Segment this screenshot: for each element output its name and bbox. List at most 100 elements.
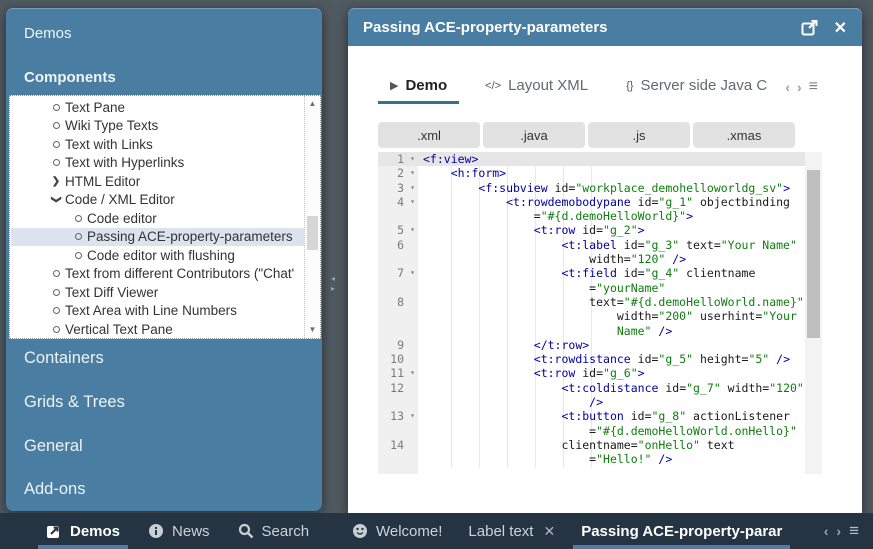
code-line[interactable]: ="#{d.demoHelloWorld}">	[378, 209, 822, 223]
taskbar-item-search[interactable]: Search	[238, 513, 309, 549]
tree-item-code-xml-editor[interactable]: ❯ Code / XML Editor	[11, 191, 304, 210]
splitter-collapse-right-icon[interactable]: ▸	[327, 284, 339, 294]
taskbar-scroll-right-icon[interactable]: ›	[836, 523, 841, 539]
taskbar-menu-icon[interactable]: ≡	[849, 521, 859, 541]
window-splitter[interactable]: ◂ ▸	[327, 274, 339, 294]
file-button-java[interactable]: .java	[483, 122, 585, 148]
code-text: <t:coldistance id="g_7" width="120"	[561, 380, 804, 395]
tree-item-text-from-different-contributors-chat[interactable]: Text from different Contributors ("Chat'	[11, 265, 304, 284]
tree-scrollbar[interactable]: ▲ ▼	[304, 96, 320, 338]
code-scroll-thumb[interactable]	[807, 170, 820, 338]
fold-icon[interactable]: ▾	[410, 366, 415, 380]
code-line[interactable]: width="200" userhint="Your	[378, 309, 822, 323]
line-number	[378, 324, 418, 338]
tab-demo[interactable]: ▶ Demo	[378, 70, 460, 104]
code-line[interactable]: 12 <t:coldistance id="g_7" width="120"	[378, 381, 822, 395]
code-line[interactable]: 14 clientname="onHello" text	[378, 438, 822, 452]
code-line[interactable]: 1 ▾ <f:view>	[378, 152, 822, 167]
code-line[interactable]: width="120" />	[378, 252, 822, 266]
fold-icon[interactable]: ▾	[410, 266, 415, 280]
tree-item-code-editor[interactable]: Code editor	[11, 209, 304, 228]
code-line[interactable]: 5 ▾ <t:row id="g_2">	[378, 223, 822, 237]
sidebar-section-components[interactable]: Components	[24, 69, 116, 86]
bullet-icon	[47, 122, 65, 130]
sidebar-section-general[interactable]: General	[24, 437, 83, 456]
code-line[interactable]: 8 text="#{d.demoHelloWorld.name}"	[378, 295, 822, 309]
tree-item-label: HTML Editor	[65, 173, 141, 189]
splitter-collapse-left-icon[interactable]: ◂	[327, 274, 339, 284]
taskbar-item-news[interactable]: News	[148, 513, 210, 549]
code-line[interactable]: ="#{d.demoHelloWorld.onHello}"	[378, 424, 822, 438]
chevron-right-icon[interactable]: ❯	[47, 176, 65, 187]
tab-server-side-java-c[interactable]: {} Server side Java C	[614, 70, 779, 104]
code-line[interactable]: 3 ▾ <f:subview id="workplace_demohellowor…	[378, 181, 822, 195]
tree-item-vertical-text-pane[interactable]: Vertical Text Pane	[11, 320, 304, 337]
fold-icon[interactable]: ▾	[410, 223, 415, 237]
tree-item-text-with-hyperlinks[interactable]: Text with Hyperlinks	[11, 154, 304, 173]
file-button-js[interactable]: .js	[588, 122, 690, 148]
tree-item-html-editor[interactable]: ❯ HTML Editor	[11, 172, 304, 191]
code-text: <f:subview id="workplace_demohelloworldg…	[478, 180, 790, 195]
search-icon	[238, 523, 254, 539]
tab-layout-xml[interactable]: </> Layout XML	[473, 70, 600, 104]
line-number	[378, 252, 418, 266]
tree-item-label: Passing ACE-property-parameters	[87, 229, 293, 245]
scroll-down-icon[interactable]: ▼	[305, 325, 320, 335]
code-line[interactable]: 4 ▾ <t:rowdemobodypane id="g_1" objectbin…	[378, 195, 822, 209]
chevron-down-icon[interactable]: ❯	[47, 194, 65, 205]
sidebar-section-containers[interactable]: Containers	[24, 349, 104, 368]
fold-icon[interactable]: ▾	[410, 409, 415, 423]
code-line[interactable]: Name" />	[378, 324, 822, 338]
code-text: <t:row id="g_6">	[533, 366, 645, 381]
sidebar-section-grids-trees[interactable]: Grids & Trees	[24, 393, 125, 412]
tree-item-text-pane[interactable]: Text Pane	[11, 98, 304, 117]
file-button-xmas[interactable]: .xmas	[693, 122, 795, 148]
close-icon[interactable]: ✕	[834, 18, 847, 38]
tree-item-code-editor-with-flushing[interactable]: Code editor with flushing	[11, 246, 304, 265]
line-number: 7 ▾	[397, 266, 415, 281]
document-titlebar: Passing ACE-property-parameters ✕	[348, 8, 862, 46]
sidebar-section-demos[interactable]: Demos	[24, 25, 72, 42]
taskbar-item-label-text[interactable]: Label text ✕	[468, 513, 555, 549]
fold-icon[interactable]: ▾	[410, 181, 415, 195]
code-line[interactable]: />	[378, 395, 822, 409]
code-scrollbar[interactable]	[805, 152, 822, 474]
fold-icon[interactable]: ▾	[410, 152, 415, 166]
tree-item-text-area-with-line-numbers[interactable]: Text Area with Line Numbers	[11, 302, 304, 321]
code-line[interactable]: 11 ▾ <t:row id="g_6">	[378, 366, 822, 380]
taskbar-item-welcome-[interactable]: Welcome!	[352, 513, 442, 549]
sidebar-section-add-ons[interactable]: Add-ons	[24, 480, 85, 499]
code-text: <t:button id="g_8" actionListener	[561, 409, 790, 424]
code-line[interactable]: 6 <t:label id="g_3" text="Your Name"	[378, 238, 822, 252]
close-tab-icon[interactable]: ✕	[543, 523, 555, 540]
code-line[interactable]: 13 ▾ <t:button id="g_8" actionListener	[378, 409, 822, 423]
tree-item-passing-ace-property-parameters[interactable]: Passing ACE-property-parameters	[11, 227, 304, 246]
tab-scroll-left-icon[interactable]: ‹	[785, 79, 790, 95]
code-line[interactable]: 9 </t:row>	[378, 338, 822, 352]
open-in-new-window-icon[interactable]	[801, 19, 818, 36]
line-number: 4 ▾	[397, 194, 415, 209]
line-number: 10	[390, 352, 404, 367]
tree-item-text-with-links[interactable]: Text with Links	[11, 135, 304, 154]
line-number: 2 ▾	[397, 166, 415, 181]
taskbar-scroll-left-icon[interactable]: ‹	[824, 523, 829, 539]
taskbar-item-demos[interactable]: Demos	[37, 513, 129, 549]
code-line[interactable]: 2 ▾ <h:form>	[378, 166, 822, 180]
tab-scroll-right-icon[interactable]: ›	[797, 79, 802, 95]
tab-menu-icon[interactable]: ≡	[809, 78, 818, 96]
code-line[interactable]: ="yourName"	[378, 281, 822, 295]
fold-icon[interactable]: ▾	[410, 195, 415, 209]
code-line[interactable]: ="Hello!" />	[378, 452, 822, 466]
taskbar-item-passing-ace-property-parar[interactable]: Passing ACE-property-parar	[573, 513, 791, 549]
code-editor[interactable]: 1 ▾ <f:view> 2 ▾ <h:form> 3 ▾ <f:subview id="w…	[378, 152, 822, 474]
code-line[interactable]: 7 ▾ <t:field id="g_4" clientname	[378, 266, 822, 280]
fold-icon[interactable]: ▾	[410, 166, 415, 180]
tree-item-wiki-type-texts[interactable]: Wiki Type Texts	[11, 117, 304, 136]
scroll-up-icon[interactable]: ▲	[305, 99, 320, 109]
tree-scroll-thumb[interactable]	[307, 216, 318, 250]
taskbar-item-label: News	[172, 522, 210, 540]
code-line[interactable]: 10 <t:rowdistance id="g_5" height="5" />	[378, 352, 822, 366]
tree-item-text-diff-viewer[interactable]: Text Diff Viewer	[11, 283, 304, 302]
bullet-icon	[47, 103, 65, 111]
file-button-xml[interactable]: .xml	[378, 122, 480, 148]
